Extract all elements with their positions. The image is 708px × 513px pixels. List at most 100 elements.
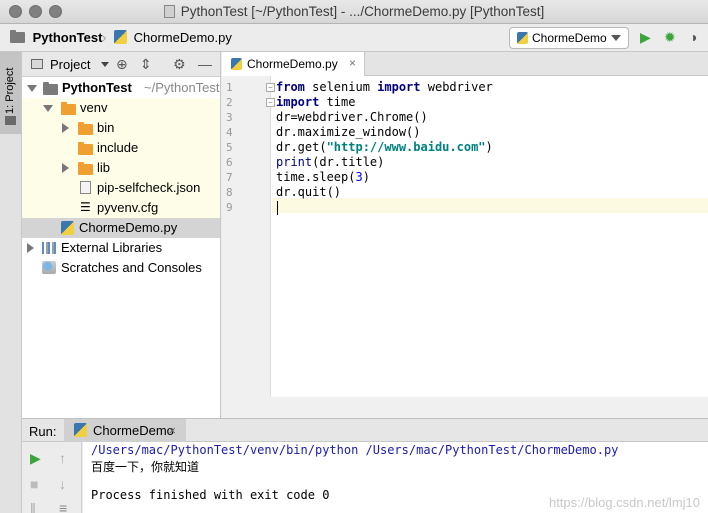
project-tab-icon: [5, 116, 16, 125]
code-editor: ChormeDemo.py × 1 2 3 4 5 6 7 8 9 − − fr…: [222, 52, 708, 418]
expand-arrow-icon[interactable]: [43, 105, 53, 112]
rerun-icon[interactable]: ▶: [30, 451, 41, 465]
close-tab-icon[interactable]: ×: [349, 56, 356, 70]
navigation-bar: PythonTest › ChormeDemo.py ChormeDemo ▶ …: [0, 24, 708, 52]
code-line-1: from selenium import webdriver: [276, 80, 493, 94]
collapse-arrow-icon[interactable]: [62, 163, 69, 173]
breadcrumb-project-label: PythonTest: [32, 30, 103, 45]
collapse-arrow-icon[interactable]: [27, 243, 34, 253]
soft-wrap-icon[interactable]: ≡: [59, 501, 67, 513]
line-number: 7: [226, 171, 233, 184]
folder-icon: [10, 30, 25, 43]
console-line-exit: Process finished with exit code 0: [91, 488, 330, 502]
window-title-bar: PythonTest [~/PythonTest] - .../ChormeDe…: [0, 0, 708, 24]
code-line-8: dr.quit(): [276, 185, 342, 199]
code-line-4: dr.maximize_window(): [276, 125, 421, 139]
line-number: 4: [226, 126, 233, 139]
pause-icon[interactable]: ‖: [30, 501, 36, 513]
left-tool-stripe: 1: Project: [0, 52, 22, 418]
tree-item-include[interactable]: include: [22, 138, 220, 158]
breadcrumb-separator-icon: ›: [102, 30, 107, 45]
run-tab-label: ChormeDemo: [93, 423, 174, 438]
breadcrumb-file-label: ChormeDemo.py: [133, 30, 232, 45]
folder-icon: [78, 122, 93, 135]
python-file-icon: [74, 423, 87, 437]
scroll-up-icon[interactable]: ↑: [59, 451, 66, 465]
python-file-icon: [114, 30, 127, 44]
line-number: 3: [226, 111, 233, 124]
project-tool-tab-label: 1: Project: [4, 67, 16, 114]
tree-item-label: Scratches and Consoles: [61, 260, 202, 275]
folder-icon: [78, 162, 93, 175]
line-number: 1: [226, 81, 233, 94]
python-file-icon: [231, 58, 242, 70]
tree-item-scratches[interactable]: Scratches and Consoles: [22, 258, 220, 278]
project-view-select[interactable]: Project: [50, 57, 90, 72]
run-console-output[interactable]: /Users/mac/PythonTest/venv/bin/python /U…: [83, 442, 708, 513]
run-with-coverage-icon[interactable]: ◑: [689, 30, 697, 44]
tree-item-label: lib: [97, 160, 111, 175]
tree-item-label: venv: [80, 100, 108, 115]
project-panel-header: Project ⊕ ⇕ ⚙ —: [22, 52, 220, 77]
tree-item-chormedemo[interactable]: ChormeDemo.py: [22, 218, 220, 238]
python-file-icon: [517, 32, 528, 44]
project-view-icon: [31, 59, 43, 69]
tree-item-path-hint: ~/PythonTest: [144, 80, 220, 95]
tree-item-pip-selfcheck[interactable]: pip-selfcheck.json: [22, 178, 220, 198]
tree-item-pyvenv-cfg[interactable]: ☰ pyvenv.cfg: [22, 198, 220, 218]
run-configuration-label: ChormeDemo: [532, 31, 607, 45]
hide-panel-icon[interactable]: —: [198, 56, 212, 72]
watermark-text: https://blog.csdn.net/lmj10: [548, 495, 700, 510]
line-number: 8: [226, 186, 233, 199]
tree-item-label: include: [97, 140, 139, 155]
collapse-all-icon[interactable]: ⇕: [140, 56, 152, 73]
gear-icon[interactable]: ⚙: [173, 56, 186, 73]
project-panel: Project ⊕ ⇕ ⚙ — PythonTest ~/PythonTest …: [22, 52, 221, 418]
config-file-icon: ☰: [80, 200, 91, 214]
code-line-6: print(dr.title): [276, 155, 385, 169]
window-title: PythonTest [~/PythonTest] - .../ChormeDe…: [0, 4, 708, 19]
scratches-icon: [42, 261, 56, 274]
editor-tab-label: ChormeDemo.py: [247, 57, 338, 71]
window-title-text: PythonTest [~/PythonTest] - .../ChormeDe…: [180, 4, 545, 19]
folder-icon: [61, 102, 76, 115]
expand-arrow-icon[interactable]: [27, 85, 37, 92]
tree-item-label: pyvenv.cfg: [97, 200, 159, 215]
scroll-down-icon[interactable]: ↓: [59, 477, 66, 491]
debug-icon[interactable]: ✹: [664, 30, 676, 44]
tree-item-label: PythonTest: [62, 80, 132, 95]
run-configuration-select[interactable]: ChormeDemo: [509, 27, 629, 49]
code-line-5: dr.get("http://www.baidu.com"): [276, 140, 493, 154]
line-number: 2: [226, 96, 233, 109]
tree-item-pythontest[interactable]: PythonTest ~/PythonTest: [22, 78, 220, 98]
text-caret: [277, 201, 278, 215]
tree-item-venv[interactable]: venv: [22, 98, 220, 118]
editor-horizontal-scrollbar[interactable]: [222, 397, 708, 418]
run-panel-toolbar: ▶ ↑ ■ ↓ ‖ ≡: [22, 442, 82, 513]
editor-tab-chormedemo[interactable]: ChormeDemo.py ×: [222, 52, 365, 76]
line-number: 5: [226, 141, 233, 154]
breadcrumb-project[interactable]: PythonTest: [10, 30, 102, 45]
locate-file-icon[interactable]: ⊕: [116, 56, 128, 73]
stop-icon[interactable]: ■: [30, 477, 38, 491]
run-panel-header: Run: ChormeDemo ×: [22, 418, 708, 442]
tree-item-label: bin: [97, 120, 115, 135]
tree-item-label: ChormeDemo.py: [79, 220, 178, 235]
breadcrumb-file[interactable]: ChormeDemo.py: [114, 30, 232, 45]
chevron-down-icon: [611, 35, 621, 41]
folder-icon: [78, 142, 93, 155]
close-tab-icon[interactable]: ×: [168, 423, 176, 438]
tree-item-bin[interactable]: bin: [22, 118, 220, 138]
run-tab-chormedemo[interactable]: ChormeDemo ×: [64, 419, 186, 442]
console-line-command: /Users/mac/PythonTest/venv/bin/python /U…: [91, 443, 619, 457]
chevron-down-icon[interactable]: [101, 62, 109, 67]
code-text-area[interactable]: from selenium import webdriver import ti…: [272, 76, 708, 418]
tree-item-label: External Libraries: [61, 240, 163, 255]
collapse-arrow-icon[interactable]: [62, 123, 69, 133]
tree-item-external-libraries[interactable]: External Libraries: [22, 238, 220, 258]
console-line-output: 百度一下，你就知道: [91, 460, 200, 474]
run-panel-label: Run:: [29, 424, 57, 439]
tree-item-lib[interactable]: lib: [22, 158, 220, 178]
document-icon: [163, 5, 175, 18]
run-icon[interactable]: ▶: [640, 30, 651, 44]
